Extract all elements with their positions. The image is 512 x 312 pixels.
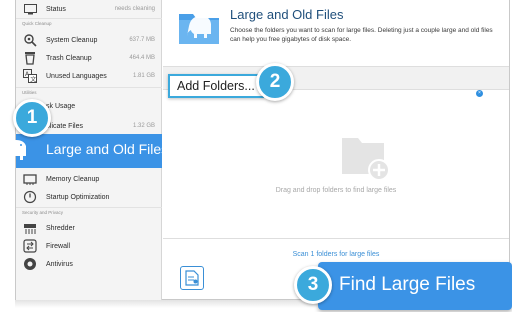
sidebar-item-antivirus[interactable]: Antivirus: [16, 255, 162, 273]
sidebar-item-value: 464.4 MB: [129, 55, 155, 61]
step-callout-3: 3: [294, 266, 332, 304]
shredder-icon: [22, 220, 38, 236]
add-folder-icon: [342, 138, 390, 180]
sidebar-item-label-selected: Large and Old Files: [46, 141, 169, 157]
scan-folders-link[interactable]: Scan 1 folders for large files: [163, 251, 509, 258]
sidebar-item-firewall[interactable]: Firewall: [16, 237, 162, 255]
mammoth-icon: [3, 140, 26, 160]
sidebar-item-status[interactable]: Status needs cleaning: [16, 0, 162, 18]
sidebar-item-label: sk Usage: [46, 102, 76, 110]
sidebar-item-label: Firewall: [46, 242, 71, 250]
status-value: needs cleaning: [114, 6, 155, 12]
section-quick-cleanup: Quick Cleanup: [22, 21, 52, 26]
sidebar-item-label: plicate Files: [46, 122, 83, 130]
page-title: Large and Old Files: [230, 7, 344, 22]
sidebar-item-startup-optimization[interactable]: Startup Optimization: [16, 188, 162, 206]
gear-broom-icon: [22, 32, 38, 48]
folder-mammoth-icon: [179, 14, 219, 44]
sidebar-item-unused-languages[interactable]: A文 Unused Languages 1.81 GB: [16, 67, 162, 85]
firewall-icon: [22, 238, 38, 254]
divider: [16, 207, 162, 208]
sidebar-item-label: Startup Optimization: [46, 193, 110, 201]
divider: [16, 87, 162, 88]
sidebar-item-label: Unused Languages: [46, 72, 107, 80]
sidebar-item-label: Status: [46, 5, 66, 13]
sidebar-item-system-cleanup[interactable]: System Cleanup 637.7 MB: [16, 31, 162, 49]
drop-zone[interactable]: [163, 91, 509, 241]
sidebar-item-shredder[interactable]: Shredder: [16, 219, 162, 237]
drop-hint: Drag and drop folders to find large file…: [275, 187, 397, 194]
trash-icon: [22, 50, 38, 66]
report-icon[interactable]: [180, 266, 204, 290]
find-large-files-label: Find Large Files: [339, 274, 476, 295]
sidebar-item-label: System Cleanup: [46, 36, 98, 44]
sidebar-item-label: Trash Cleanup: [46, 54, 92, 62]
page-description: Choose the folders you want to scan for …: [230, 27, 493, 43]
sidebar-item-value: 1.81 GB: [132, 73, 155, 79]
sidebar-item-label: Memory Cleanup: [46, 175, 100, 183]
step-callout-1: 1: [13, 99, 51, 137]
section-utilities: Utilities: [22, 90, 37, 95]
svg-text:文: 文: [30, 75, 36, 83]
languages-icon: A文: [22, 68, 38, 84]
monitor-icon: [22, 1, 38, 17]
sidebar-item-memory-cleanup[interactable]: Memory Cleanup: [16, 170, 162, 188]
section-security: Security and Privacy: [22, 210, 64, 215]
sidebar-item-value: 1.32 GB: [132, 123, 155, 129]
divider: [16, 18, 162, 19]
memory-chip-icon: [22, 171, 38, 187]
divider: [163, 238, 509, 239]
power-icon: [22, 189, 38, 205]
antivirus-icon: [22, 256, 38, 272]
sidebar-item-label: Shredder: [46, 224, 75, 232]
sidebar-item-trash-cleanup[interactable]: Trash Cleanup 464.4 MB: [16, 49, 162, 67]
sidebar-item-value: 637.7 MB: [129, 37, 155, 43]
sidebar-item-label: Antivirus: [46, 260, 73, 268]
